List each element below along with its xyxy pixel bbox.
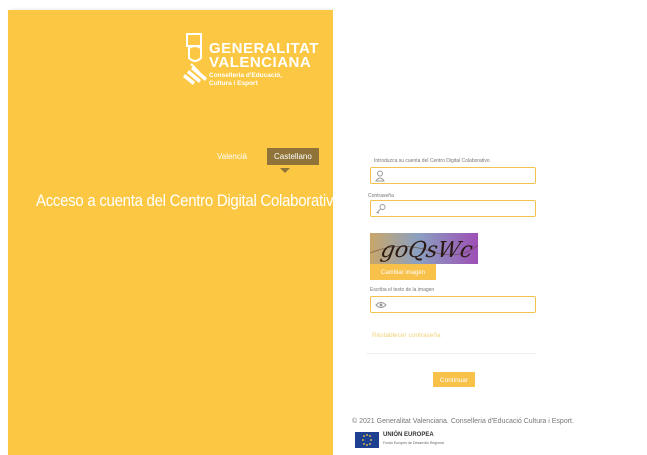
key-icon (375, 203, 387, 215)
generalitat-emblem-icon (183, 33, 207, 85)
selected-language-indicator (280, 168, 290, 173)
eu-logo: UNIÓN EUROPEA Fondo Europeo de Desarroll… (355, 430, 475, 450)
username-input[interactable] (389, 169, 529, 182)
user-icon (375, 170, 387, 182)
eu-subtitle: Fondo Europeo de Desarrollo Regional (383, 441, 444, 445)
captcha-field[interactable] (370, 296, 536, 313)
brand-panel: GENERALITAT VALENCIANA Conselleria d'Edu… (8, 10, 342, 455)
page-title: Acceso a cuenta del Centro Digital Colab… (36, 191, 342, 210)
eye-icon (375, 299, 387, 311)
language-valencian-button[interactable]: Valencià (210, 148, 254, 165)
language-castilian-button[interactable]: Castellano (267, 148, 319, 165)
captcha-input[interactable] (389, 298, 529, 311)
generalitat-name: GENERALITAT VALENCIANA (209, 40, 319, 71)
username-label: Introduzca su cuenta del Centro Digital … (374, 158, 490, 164)
continue-button[interactable]: Continuar (433, 372, 475, 387)
copyright-text: © 2021 Generalitat Valenciana. Conseller… (352, 418, 574, 425)
department-name: Conselleria d'Educació, Cultura i Esport (209, 72, 283, 87)
password-input[interactable] (389, 202, 529, 215)
password-field[interactable] (370, 200, 536, 217)
captcha-image: goQsWc (369, 233, 479, 264)
change-image-button[interactable]: Cambiar imagen (370, 264, 436, 280)
eu-title: UNIÓN EUROPEA (383, 432, 434, 438)
username-field[interactable] (370, 167, 536, 184)
password-label: Contraseña (368, 193, 394, 199)
divider (366, 353, 536, 354)
captcha-text: goQsWc (379, 237, 475, 263)
generalitat-logo: GENERALITAT VALENCIANA Conselleria d'Edu… (183, 28, 333, 118)
reset-password-link[interactable]: Restablecer contraseña (372, 332, 441, 339)
eu-flag-icon (355, 432, 379, 448)
captcha-label: Escriba el texto de la imagen (370, 287, 435, 293)
